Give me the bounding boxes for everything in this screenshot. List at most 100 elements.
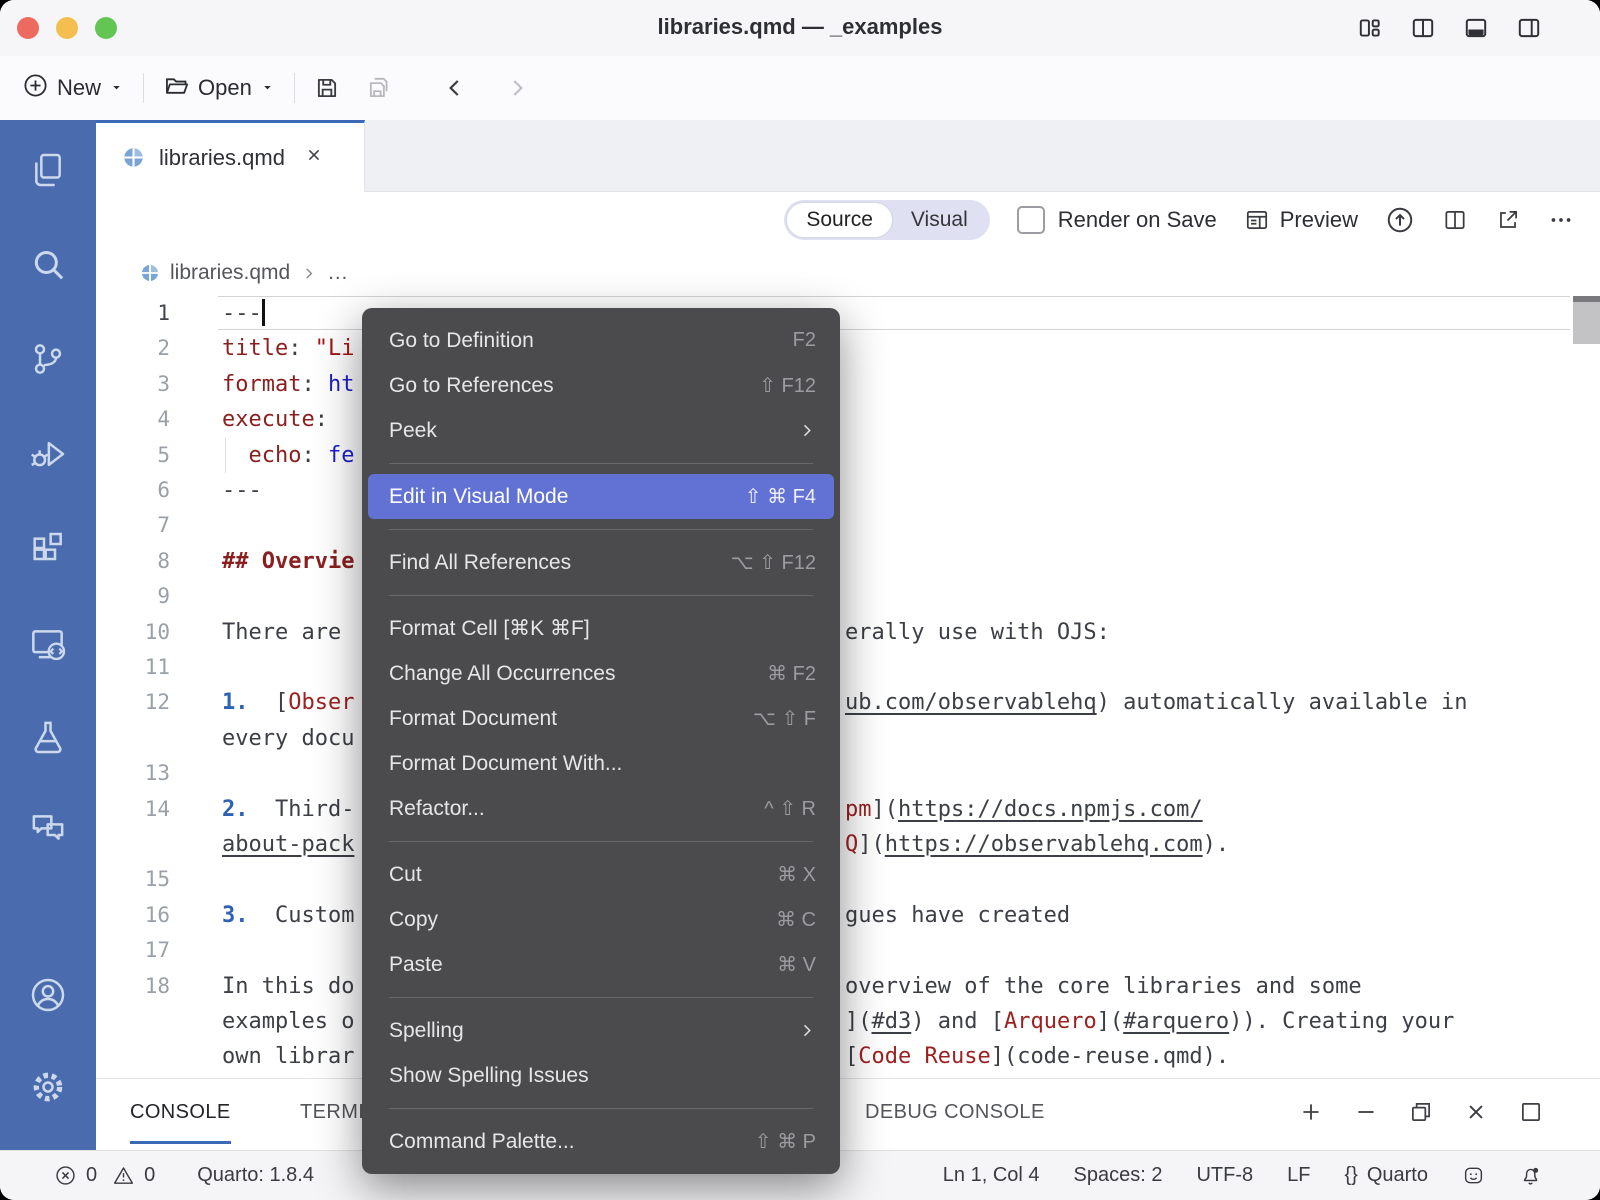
cursor-position-status[interactable]: Ln 1, Col 4 [943,1164,1040,1187]
open-in-new-window-button[interactable] [1495,207,1521,233]
render-on-save-checkbox[interactable] [1017,206,1045,234]
code-token: : [301,443,328,468]
preview-button[interactable]: Preview [1244,207,1358,233]
panel-minimize-button[interactable] [1353,1099,1379,1130]
text-cursor [262,299,265,326]
sidebar-item-chat[interactable] [28,808,68,848]
save-all-button[interactable] [366,75,392,101]
sidebar-item-explorer[interactable] [28,150,68,190]
editor-line[interactable]: 4execute: [96,402,1600,437]
remote-explorer-icon [28,623,68,663]
error-count: 0 [86,1164,97,1187]
encoding-status[interactable]: UTF-8 [1196,1164,1253,1187]
split-editor-layout-icon[interactable] [1410,15,1436,46]
save-button[interactable] [314,75,340,101]
menu-item-show-spelling-issues[interactable]: Show Spelling Issues [368,1053,834,1098]
editor-line[interactable]: 8## Overvie [96,544,1600,579]
panel-new-button[interactable] [1298,1099,1324,1130]
menu-item-go-to-references[interactable]: Go to References⇧ F12 [368,363,834,408]
editor-line[interactable]: 142. Third-pm](https://docs.npmjs.com/ [96,792,1600,827]
editor-line[interactable]: every docu [96,721,1600,756]
custom-layout-icon[interactable] [1357,15,1383,46]
line-number: 3 [96,367,170,402]
language-mode-status[interactable]: {} Quarto [1344,1164,1428,1187]
editor-line[interactable]: 163. Customgues have created [96,898,1600,933]
menu-item-change-all-occurrences[interactable]: Change All Occurrences⌘ F2 [368,651,834,696]
menu-item-format-cell-k-f[interactable]: Format Cell [⌘K ⌘F] [368,606,834,651]
panel-close-button[interactable] [1463,1099,1489,1130]
menu-item-paste[interactable]: Paste⌘ V [368,942,834,987]
toggle-secondary-sidebar-icon[interactable] [1516,15,1542,46]
menu-item-find-all-references[interactable]: Find All References⌥ ⇧ F12 [368,540,834,585]
editor-line[interactable]: 10There are erally use with OJS: [96,615,1600,650]
code-editor[interactable]: 1---2title: "Li3format: ht4execute:5 ech… [96,296,1600,1078]
line-number: 8 [96,544,170,579]
panel-tab-console[interactable]: CONSOLE [130,1083,231,1144]
render-document-button[interactable] [1385,205,1415,235]
more-actions-button[interactable] [1548,207,1574,233]
code-token: https://observablehq.com [885,832,1203,857]
notifications-bell-icon[interactable] [1519,1164,1542,1187]
quarto-version-status[interactable]: Quarto: 1.8.4 [197,1164,314,1187]
sidebar-item-settings[interactable] [28,1067,68,1107]
editor-line[interactable]: 6--- [96,473,1600,508]
breadcrumb-file[interactable]: libraries.qmd [170,261,290,285]
editor-line[interactable]: own librar[Code Reuse](code-reuse.qmd). [96,1039,1600,1074]
sidebar-item-source-control[interactable] [28,339,68,379]
tab-libraries-qmd[interactable]: libraries.qmd [96,120,365,192]
navigate-forward-button[interactable] [504,75,530,101]
source-mode-button[interactable]: Source [787,203,892,237]
close-window-button[interactable] [17,17,39,39]
menu-item-cut[interactable]: Cut⌘ X [368,852,834,897]
menu-item-command-palette[interactable]: Command Palette...⇧ ⌘ P [368,1119,834,1164]
editor-line[interactable]: 121. [Obserub.com/observablehq) automati… [96,685,1600,720]
editor-line[interactable]: 17 [96,933,1600,968]
open-button[interactable]: Open [163,72,275,105]
editor-line[interactable]: 7 [96,508,1600,543]
navigate-back-button[interactable] [442,75,468,101]
editor-line[interactable]: 11 [96,650,1600,685]
menu-item-format-document-with[interactable]: Format Document With... [368,741,834,786]
panel-maximize-button[interactable] [1518,1099,1544,1130]
sidebar-item-extensions[interactable] [28,528,68,568]
toggle-panel-icon[interactable] [1463,15,1489,46]
editor-line[interactable]: 5 echo: fe [96,438,1600,473]
editor-line[interactable]: 18In this dooverview of the core librari… [96,969,1600,1004]
code-token: There are [222,620,354,645]
close-tab-icon[interactable] [304,145,324,170]
zoom-window-button[interactable] [95,17,117,39]
editor-line[interactable]: 13 [96,756,1600,791]
panel-tab-debug-console[interactable]: DEBUG CONSOLE [865,1083,1045,1141]
panel-restore-button[interactable] [1408,1099,1434,1130]
editor-line[interactable]: 15 [96,862,1600,897]
sidebar-item-remote-explorer[interactable] [28,623,68,663]
editor-line[interactable]: examples o](#d3) and [Arquero](#arquero)… [96,1004,1600,1039]
sidebar-item-run-debug[interactable] [28,434,68,474]
split-editor-button[interactable] [1442,207,1468,233]
editor-line[interactable]: 9 [96,579,1600,614]
menu-item-format-document[interactable]: Format Document⌥ ⇧ F [368,696,834,741]
problems-status[interactable]: 0 0 [54,1164,155,1187]
menu-item-refactor[interactable]: Refactor...^ ⇧ R [368,786,834,831]
sidebar-item-account[interactable] [28,975,68,1015]
menu-item-spelling[interactable]: Spelling [368,1008,834,1053]
sidebar-item-search[interactable] [28,245,68,285]
indentation-status[interactable]: Spaces: 2 [1074,1164,1163,1187]
editor-line[interactable]: 3format: ht [96,367,1600,402]
menu-item-edit-in-visual-mode[interactable]: Edit in Visual Mode⇧ ⌘ F4 [368,474,834,519]
editor-line[interactable]: 2title: "Li [96,331,1600,366]
menu-item-label: Change All Occurrences [389,662,767,686]
feedback-smiley-icon[interactable] [1462,1164,1485,1187]
eol-status[interactable]: LF [1287,1164,1310,1187]
editor-line[interactable]: about-packQ](https://observablehq.com). [96,827,1600,862]
minimize-window-button[interactable] [56,17,78,39]
menu-item-peek[interactable]: Peek [368,408,834,453]
breadcrumb-more[interactable]: … [327,261,348,285]
menu-item-go-to-definition[interactable]: Go to DefinitionF2 [368,318,834,363]
visual-mode-button[interactable]: Visual [892,203,987,237]
new-button[interactable]: New [22,72,124,105]
menu-item-label: Edit in Visual Mode [389,485,745,509]
menu-item-copy[interactable]: Copy⌘ C [368,897,834,942]
editor-line[interactable]: 1--- [96,296,1600,331]
sidebar-item-testing[interactable] [28,717,68,757]
